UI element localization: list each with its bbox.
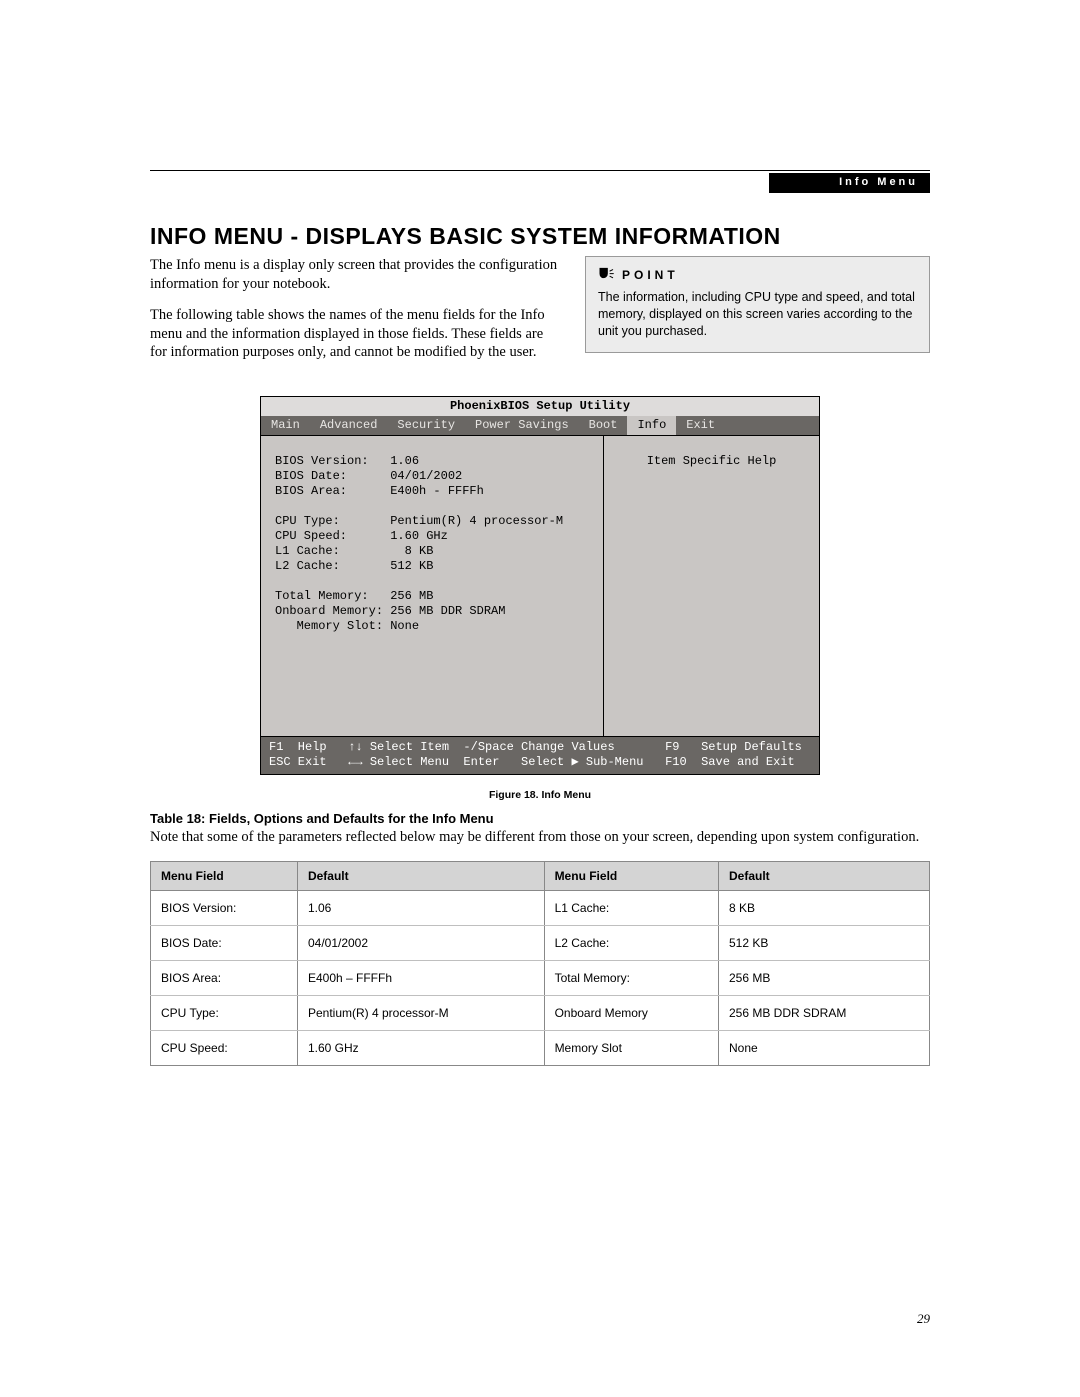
defaults-table: Menu FieldDefaultMenu FieldDefault BIOS … [150, 861, 930, 1066]
table-cell: E400h – FFFFh [297, 961, 544, 996]
bios-tab-exit[interactable]: Exit [676, 416, 725, 435]
point-icon [598, 267, 614, 283]
table-row: CPU Speed:1.60 GHzMemory SlotNone [151, 1031, 930, 1066]
bios-tab-security[interactable]: Security [387, 416, 465, 435]
intro-paragraph-1: The Info menu is a display only screen t… [150, 256, 563, 294]
bios-tab-advanced[interactable]: Advanced [310, 416, 388, 435]
header-rule [150, 170, 930, 171]
bios-panel: PhoenixBIOS Setup Utility MainAdvancedSe… [260, 396, 820, 775]
bios-help-title: Item Specific Help [647, 454, 777, 468]
table-header-cell: Menu Field [151, 862, 298, 891]
table-cell: None [718, 1031, 929, 1066]
table-cell: 256 MB DDR SDRAM [718, 996, 929, 1031]
bios-footer-line-2: ESC Exit ←→ Select Menu Enter Select ▶ S… [269, 755, 795, 769]
table-cell: BIOS Date: [151, 926, 298, 961]
table-cell: BIOS Area: [151, 961, 298, 996]
table-cell: Onboard Memory [544, 996, 718, 1031]
point-callout: POINT The information, including CPU typ… [585, 256, 930, 353]
table-cell: 1.06 [297, 891, 544, 926]
bios-info-area: BIOS Version: 1.06 BIOS Date: 04/01/2002… [261, 436, 604, 736]
page-number: 29 [917, 1311, 930, 1327]
point-body: The information, including CPU type and … [598, 289, 917, 340]
table-cell: 256 MB [718, 961, 929, 996]
bios-help-panel: Item Specific Help [604, 436, 819, 736]
header-section-label: Info Menu [769, 173, 930, 193]
table-cell: Total Memory: [544, 961, 718, 996]
table-cell: Pentium(R) 4 processor-M [297, 996, 544, 1031]
table-cell: Memory Slot [544, 1031, 718, 1066]
table-row: BIOS Date:04/01/2002L2 Cache:512 KB [151, 926, 930, 961]
table-cell: CPU Type: [151, 996, 298, 1031]
table-row: BIOS Area:E400h – FFFFhTotal Memory:256 … [151, 961, 930, 996]
table-title: Table 18: Fields, Options and Defaults f… [150, 811, 930, 826]
bios-tab-boot[interactable]: Boot [579, 416, 628, 435]
table-cell: L2 Cache: [544, 926, 718, 961]
table-header-cell: Default [297, 862, 544, 891]
bios-tab-power-savings[interactable]: Power Savings [465, 416, 579, 435]
table-cell: 512 KB [718, 926, 929, 961]
bios-tab-main[interactable]: Main [261, 416, 310, 435]
figure-caption: Figure 18. Info Menu [260, 789, 820, 801]
table-header-cell: Menu Field [544, 862, 718, 891]
table-row: BIOS Version:1.06L1 Cache:8 KB [151, 891, 930, 926]
bios-footer: F1 Help ↑↓ Select Item -/Space Change Va… [261, 737, 819, 774]
bios-title: PhoenixBIOS Setup Utility [261, 397, 819, 416]
table-header-cell: Default [718, 862, 929, 891]
table-cell: 1.60 GHz [297, 1031, 544, 1066]
intro-paragraph-2: The following table shows the names of t… [150, 306, 563, 363]
table-cell: 8 KB [718, 891, 929, 926]
table-header-row: Menu FieldDefaultMenu FieldDefault [151, 862, 930, 891]
bios-tab-bar: MainAdvancedSecurityPower SavingsBootInf… [261, 416, 819, 435]
header-bar: Info Menu [150, 173, 930, 193]
table-cell: L1 Cache: [544, 891, 718, 926]
page-title: INFO MENU - DISPLAYS BASIC SYSTEM INFORM… [150, 223, 930, 250]
table-cell: 04/01/2002 [297, 926, 544, 961]
table-cell: CPU Speed: [151, 1031, 298, 1066]
bios-footer-line-1: F1 Help ↑↓ Select Item -/Space Change Va… [269, 740, 802, 754]
table-row: CPU Type:Pentium(R) 4 processor-MOnboard… [151, 996, 930, 1031]
table-note: Note that some of the parameters reflect… [150, 828, 930, 847]
bios-tab-info[interactable]: Info [627, 416, 676, 435]
point-label: POINT [622, 268, 679, 282]
table-cell: BIOS Version: [151, 891, 298, 926]
